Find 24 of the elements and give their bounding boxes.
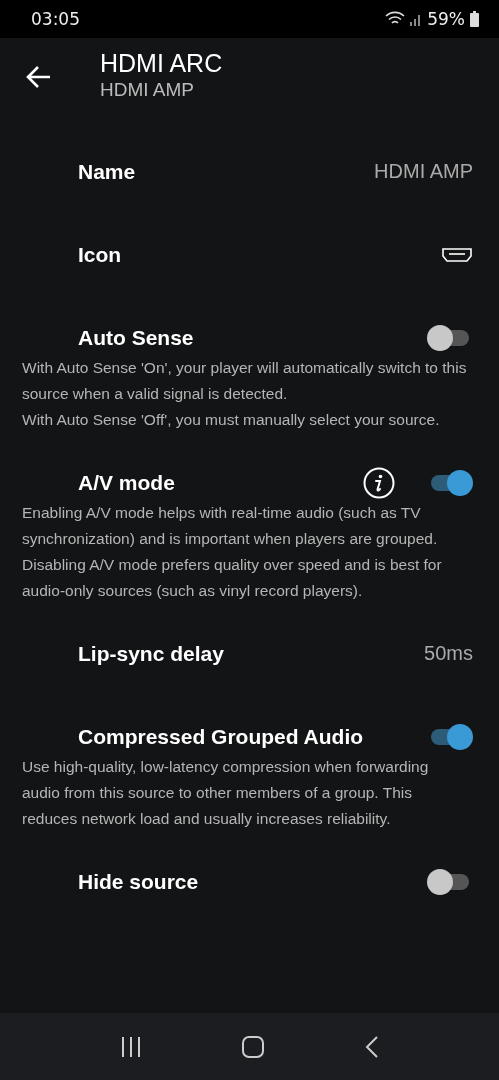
info-icon[interactable] bbox=[363, 466, 395, 499]
battery-level: 59% bbox=[427, 9, 465, 29]
back-nav-button[interactable] bbox=[363, 1034, 380, 1059]
page-subtitle: HDMI AMP bbox=[100, 78, 195, 102]
signal-icon bbox=[410, 12, 423, 26]
setting-label: Name bbox=[78, 159, 137, 184]
setting-value: 50ms bbox=[424, 642, 473, 665]
setting-label: Compressed Grouped Audio bbox=[78, 724, 365, 749]
back-button[interactable] bbox=[26, 64, 52, 90]
setting-label: Icon bbox=[78, 242, 123, 267]
setting-description: With Auto Sense 'On', your player will automatically switch to this source when a valid signal is detected. With Auto Sense 'Off', you must manually select your source. bbox=[21, 358, 468, 430]
setting-value: HDMI AMP bbox=[374, 160, 473, 183]
setting-label: A/V mode bbox=[78, 470, 176, 495]
clock: 03:05 bbox=[31, 9, 80, 29]
setting-description: Use high-quality, low-latency compression when forwarding audio from this source to other members of a group. This reduces network load and usually increases reliability. bbox=[21, 757, 430, 829]
home-button[interactable] bbox=[240, 1034, 265, 1059]
setting-label: Lip-sync delay bbox=[78, 641, 225, 666]
battery-icon bbox=[470, 11, 479, 27]
page-title: HDMI ARC bbox=[100, 48, 223, 78]
setting-label: Auto Sense bbox=[78, 325, 195, 350]
recent-apps-button[interactable] bbox=[119, 1034, 142, 1059]
hdmi-port-icon bbox=[441, 246, 473, 263]
setting-description: Enabling A/V mode helps with real-time audio (such as TV synchronization) and is important when players are grouped. Disabling A/V mode prefers quality over speed and is best for audio-only sources (such as vinyl record players). bbox=[21, 503, 443, 601]
setting-label: Hide source bbox=[78, 869, 200, 894]
